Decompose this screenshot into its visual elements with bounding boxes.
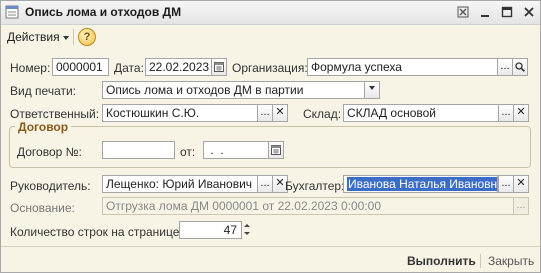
close-text-button[interactable]: Закрыть <box>488 254 534 268</box>
responsible-label: Ответственный: <box>10 107 100 121</box>
print-type-label: Вид печати: <box>10 84 77 98</box>
accountant-value-selected: Иванова Наталья Ивановна <box>347 177 497 191</box>
actions-label: Действия <box>7 30 60 44</box>
dropdown-arrow-icon <box>369 86 375 91</box>
warehouse-clear-button[interactable]: ✕ <box>513 104 529 122</box>
actions-menu[interactable]: Действия <box>7 30 69 44</box>
clear-icon: ✕ <box>516 177 526 189</box>
accountant-clear-button[interactable]: ✕ <box>513 175 529 193</box>
button-bar: Выполнить Закрыть <box>1 246 540 273</box>
calendar-icon <box>271 145 281 155</box>
title-bar: Опись лома и отходов ДМ <box>1 1 540 25</box>
basis-field: Отгрузка лома ДМ 0000001 от 22.02.2023 0… <box>102 197 514 215</box>
toolbar-divider <box>73 29 74 45</box>
contract-date-label: от: <box>180 145 196 159</box>
organization-select-button[interactable]: ... <box>497 58 513 76</box>
head-select-button[interactable]: ... <box>257 175 273 193</box>
head-field[interactable]: Лещенко: Юрий Иванович <box>102 175 262 193</box>
accountant-label: Бухгалтер: <box>285 179 345 193</box>
calendar-icon <box>214 62 224 72</box>
contract-group-title: Договор <box>15 120 72 134</box>
basis-label: Основание: <box>10 201 75 215</box>
close-window-icon <box>457 6 469 18</box>
rows-per-page-label: Количество строк на странице: <box>10 225 183 239</box>
button-divider <box>480 254 481 268</box>
organization-search-button[interactable] <box>512 58 528 76</box>
restore-button[interactable] <box>476 3 494 21</box>
chevron-down-icon <box>62 35 69 40</box>
organization-field[interactable]: Формула успеха <box>307 58 512 76</box>
responsible-field[interactable]: Костюшкин С.Ю. <box>102 104 272 122</box>
app-form-icon <box>5 5 19 19</box>
rows-per-page-spinner[interactable] <box>241 221 252 239</box>
rows-per-page-field[interactable]: 47 <box>179 221 242 239</box>
date-label: Дата: <box>114 61 144 75</box>
date-field[interactable]: 22.02.2023 <box>145 58 212 76</box>
warehouse-select-button[interactable]: ... <box>498 104 514 122</box>
accountant-select-button[interactable]: ... <box>498 175 514 193</box>
warehouse-field[interactable]: СКЛАД основой <box>343 104 514 122</box>
contract-date-calendar-button[interactable] <box>268 141 284 159</box>
clear-icon: ✕ <box>275 106 285 118</box>
restore-icon <box>481 15 489 17</box>
execute-button[interactable]: Выполнить <box>407 254 476 268</box>
spinner-down-icon[interactable] <box>241 229 252 237</box>
warehouse-label: Склад: <box>303 107 342 121</box>
print-type-dropdown-button[interactable] <box>364 81 380 99</box>
accountant-field[interactable]: Иванова Наталья Ивановна <box>343 175 498 193</box>
clear-icon: ✕ <box>275 177 285 189</box>
close-window-button[interactable] <box>454 3 472 21</box>
spinner-up-icon[interactable] <box>241 221 252 229</box>
organization-label: Организация: <box>232 61 308 75</box>
dialog-window: Опись лома и отходов ДМ Действия ? Номер… <box>0 0 541 273</box>
head-label: Руководитель: <box>10 179 91 193</box>
print-type-select[interactable]: Опись лома и отходов ДМ в партии <box>102 81 366 99</box>
search-icon <box>515 62 525 72</box>
number-label: Номер: <box>10 61 51 75</box>
responsible-clear-button[interactable]: ✕ <box>272 104 288 122</box>
contract-number-field[interactable] <box>102 141 175 159</box>
help-button[interactable]: ? <box>78 28 96 46</box>
clear-icon: ✕ <box>516 106 526 118</box>
close-button[interactable] <box>520 3 538 21</box>
responsible-select-button[interactable]: ... <box>257 104 273 122</box>
basis-select-button: ... <box>513 197 529 215</box>
toolbar: Действия ? <box>1 25 540 48</box>
contract-number-label: Договор №: <box>17 145 82 159</box>
date-calendar-button[interactable] <box>211 58 227 76</box>
contract-date-field[interactable]: . . <box>203 141 269 159</box>
number-field[interactable]: 0000001 <box>52 58 109 76</box>
window-title: Опись лома и отходов ДМ <box>25 5 182 19</box>
close-icon <box>524 7 534 17</box>
maximize-icon <box>501 6 513 18</box>
maximize-button[interactable] <box>498 3 516 21</box>
